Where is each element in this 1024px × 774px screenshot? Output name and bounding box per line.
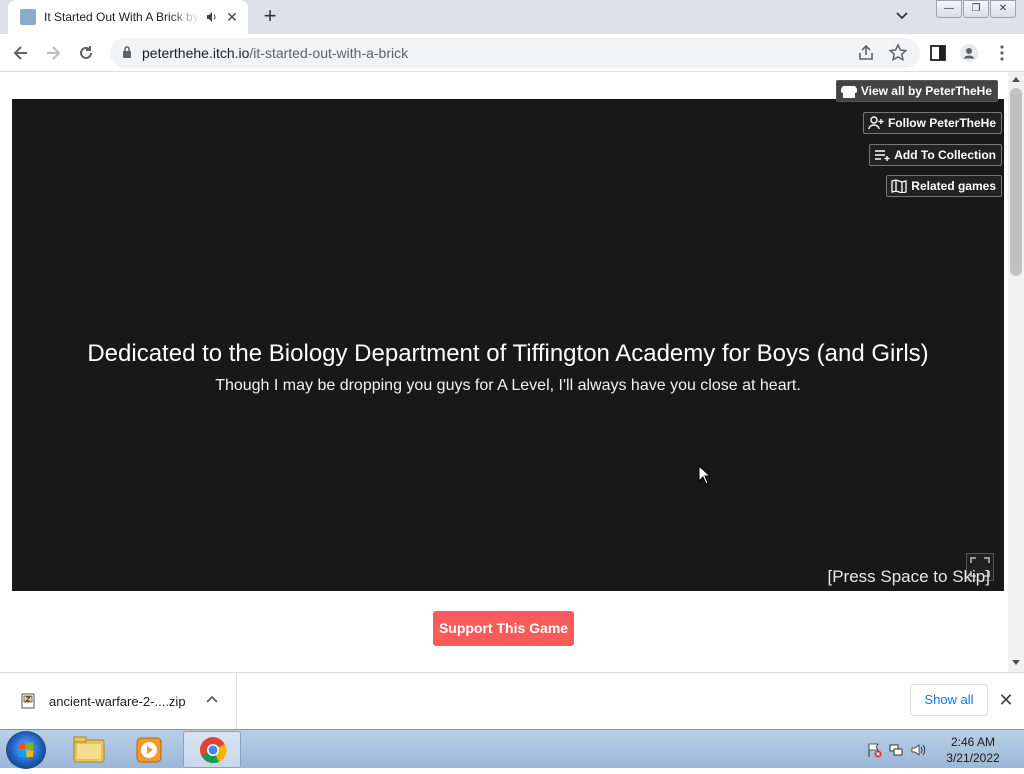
start-button[interactable]	[6, 731, 46, 769]
game-subtitle: Though I may be dropping you guys for A …	[215, 377, 801, 394]
share-icon[interactable]	[856, 43, 876, 63]
zip-file-icon	[21, 693, 35, 709]
volume-icon[interactable]	[910, 742, 926, 758]
chrome-icon	[200, 737, 227, 764]
game-frame[interactable]: Dedicated to the Biology Department of T…	[12, 99, 1004, 591]
site-favicon-icon	[20, 9, 36, 25]
bookmark-star-icon[interactable]	[888, 43, 908, 63]
page-scrollbar[interactable]	[1008, 72, 1024, 672]
map-icon	[891, 179, 907, 193]
scrollbar-thumb[interactable]	[1010, 88, 1022, 276]
playlist-add-icon	[875, 150, 890, 161]
downloads-close-icon[interactable]: ✕	[998, 691, 1014, 709]
add-to-collection-button[interactable]: Add To Collection	[869, 144, 1002, 166]
windows-taskbar: 2:46 AM 3/21/2022	[0, 729, 1024, 769]
tab-strip: It Started Out With A Brick by PeterTheH…	[0, 0, 1024, 34]
clock-date: 3/21/2022	[946, 751, 1000, 765]
taskbar-file-explorer[interactable]	[60, 731, 118, 768]
url-text[interactable]: peterthehe.itch.io/it-started-out-with-a…	[142, 45, 408, 61]
new-tab-button[interactable]: +	[258, 5, 282, 28]
menu-kebab-icon[interactable]	[992, 43, 1012, 63]
minimize-button[interactable]: —	[936, 0, 962, 18]
mouse-cursor-icon	[698, 465, 712, 485]
chevron-up-icon[interactable]	[205, 693, 219, 707]
page-content: Dedicated to the Biology Department of T…	[0, 72, 1008, 672]
address-bar[interactable]: peterthehe.itch.io/it-started-out-with-a…	[110, 38, 920, 68]
lock-icon[interactable]	[122, 46, 132, 58]
tab-search-chevron-icon[interactable]	[895, 8, 913, 26]
download-item[interactable]: ancient-warfare-2-....zip	[0, 673, 237, 730]
clock-time: 2:46 AM	[950, 735, 996, 749]
add-user-icon	[868, 116, 884, 130]
url-host: peterthehe.itch.io	[142, 45, 250, 61]
browser-toolbar: peterthehe.itch.io/it-started-out-with-a…	[0, 34, 1024, 72]
taskbar-chrome[interactable]	[183, 731, 241, 768]
follow-label: Follow PeterTheHe	[887, 116, 996, 130]
profile-avatar-icon[interactable]	[959, 43, 979, 63]
view-all-label: View all by PeterTheHe	[860, 84, 992, 98]
forward-arrow-icon[interactable]	[42, 42, 64, 64]
reload-icon[interactable]	[75, 42, 97, 64]
browser-tab[interactable]: It Started Out With A Brick by PeterTheH…	[8, 0, 248, 34]
tab-close-icon[interactable]: ✕	[224, 9, 240, 25]
add-collection-label: Add To Collection	[894, 148, 996, 162]
download-filename: ancient-warfare-2-....zip	[49, 694, 186, 709]
related-games-label: Related games	[911, 179, 996, 193]
show-all-downloads-button[interactable]: Show all	[910, 684, 988, 716]
speaker-icon[interactable]	[204, 9, 220, 25]
folder-icon	[73, 736, 105, 763]
view-all-button[interactable]: View all by PeterTheHe	[835, 80, 998, 102]
taskbar-clock[interactable]: 2:46 AM 3/21/2022	[940, 734, 1006, 766]
itch-store-icon	[840, 85, 857, 98]
related-games-button[interactable]: Related games	[886, 175, 1002, 197]
scroll-down-arrow-icon[interactable]	[1012, 660, 1020, 665]
downloads-bar: ancient-warfare-2-....zip Show all ✕	[0, 672, 1024, 730]
scroll-up-arrow-icon[interactable]	[1012, 77, 1020, 82]
window-controls: — ❐ ✕	[935, 0, 1016, 18]
skip-hint: [Press Space to Skip]	[827, 567, 990, 586]
follow-button[interactable]: Follow PeterTheHe	[862, 112, 1002, 134]
support-this-game-button[interactable]: Support This Game	[433, 611, 574, 646]
windows-logo-icon	[19, 743, 33, 757]
action-center-flag-icon[interactable]	[866, 742, 882, 758]
window-close-button[interactable]: ✕	[990, 0, 1016, 18]
taskbar-media-player[interactable]	[121, 731, 179, 768]
url-path: /it-started-out-with-a-brick	[249, 45, 409, 61]
back-arrow-icon[interactable]	[10, 42, 32, 64]
media-player-icon	[136, 737, 162, 763]
side-panel-icon[interactable]	[928, 43, 948, 63]
system-tray	[866, 742, 926, 758]
network-icon[interactable]	[888, 742, 904, 758]
game-title: Dedicated to the Biology Department of T…	[87, 340, 929, 367]
tab-title: It Started Out With A Brick by PeterTheH…	[44, 10, 200, 24]
maximize-button[interactable]: ❐	[963, 0, 989, 18]
